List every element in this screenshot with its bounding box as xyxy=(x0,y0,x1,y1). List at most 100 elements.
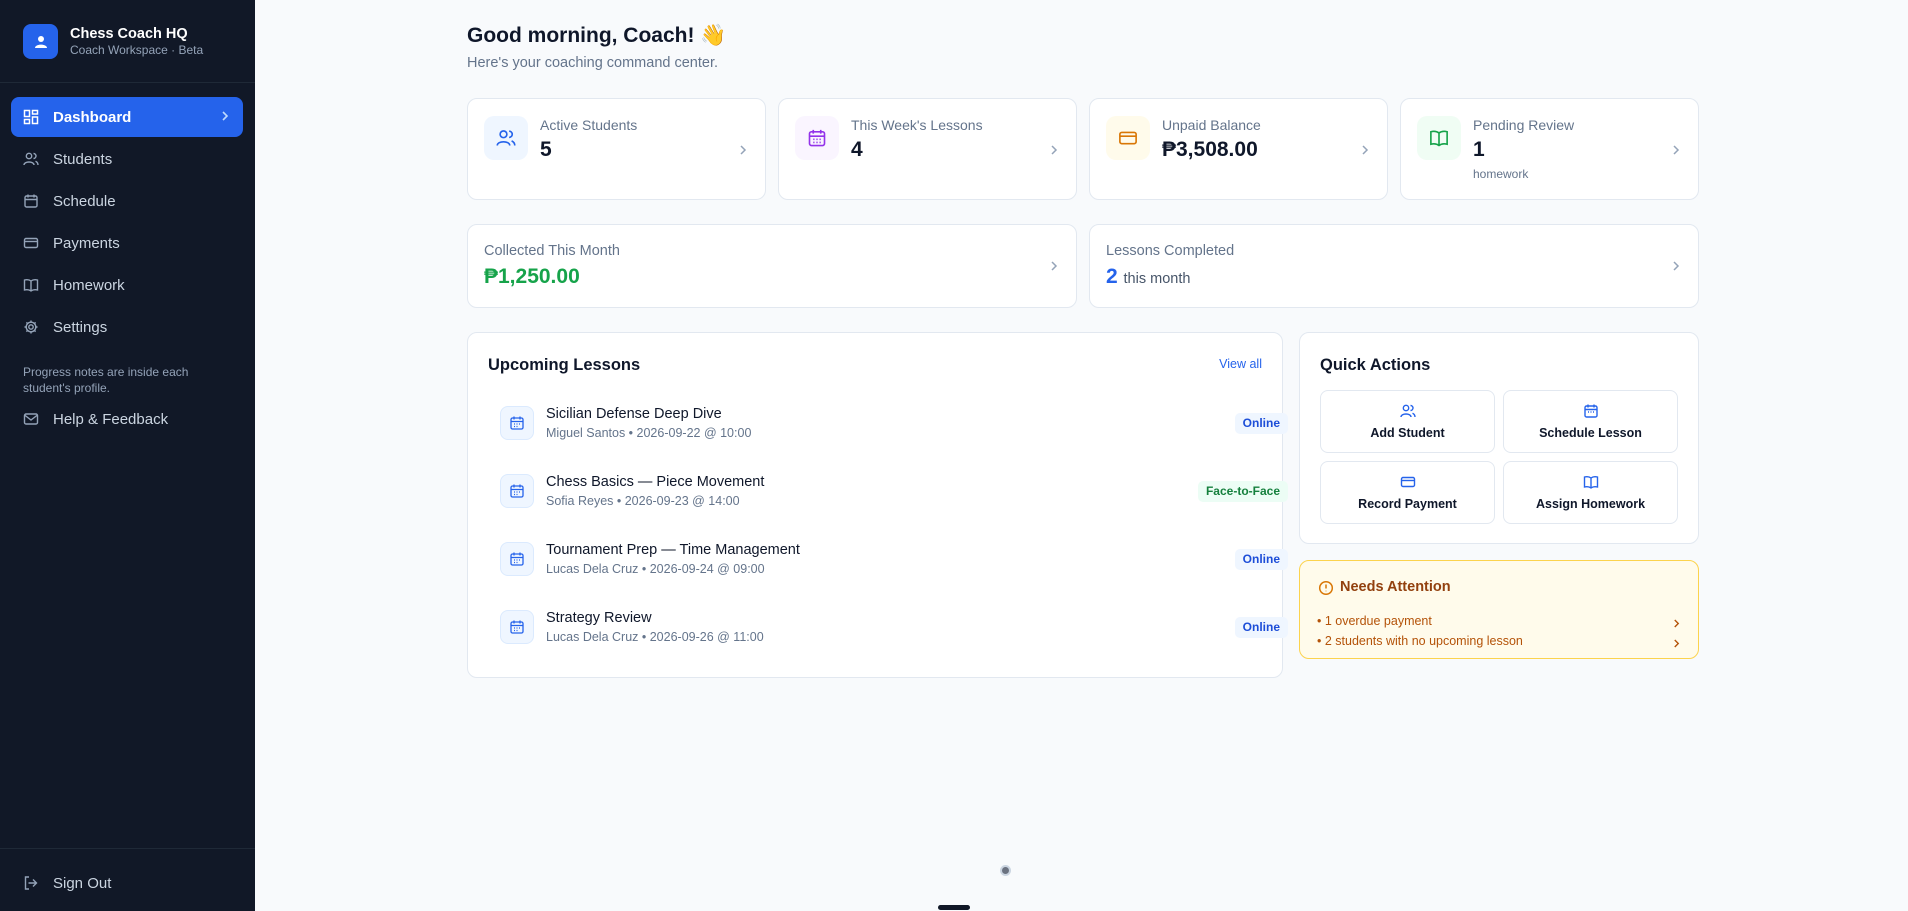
lesson-title: Chess Basics — Piece Movement xyxy=(546,474,765,490)
stat-card-weekly-lessons[interactable]: This Week's Lessons 4 xyxy=(778,98,1077,200)
lesson-meta: Lucas Dela Cruz • 2026-09-24 @ 09:00 xyxy=(546,562,765,576)
add-student-button[interactable]: Add Student xyxy=(1320,390,1495,453)
stat-label: Unpaid Balance xyxy=(1162,117,1261,133)
status-badge: Online xyxy=(1234,413,1288,434)
sidebar-item-label: Dashboard xyxy=(53,108,132,126)
status-badge: Online xyxy=(1234,617,1288,638)
lesson-title: Strategy Review xyxy=(546,610,652,626)
stat-label: This Week's Lessons xyxy=(851,117,983,133)
chevron-right-icon xyxy=(1361,143,1369,161)
lessons-completed-card[interactable]: Lessons Completed 2 this month xyxy=(1089,224,1699,308)
mail-icon xyxy=(23,411,39,427)
lesson-item[interactable]: Chess Basics — Piece Movement Sofia Reye… xyxy=(498,467,1288,515)
credit-card-icon xyxy=(1106,116,1150,160)
stat-card-pending-review[interactable]: Pending Review 1 homework xyxy=(1400,98,1699,200)
users-icon xyxy=(23,151,39,167)
calendar-icon xyxy=(500,610,534,644)
stat-card-unpaid-balance[interactable]: Unpaid Balance ₱3,508.00 xyxy=(1089,98,1388,200)
alert-circle-icon xyxy=(1318,580,1334,601)
book-icon xyxy=(1417,116,1461,160)
chevron-right-icon xyxy=(221,109,229,126)
view-all-link[interactable]: View all xyxy=(1219,357,1262,371)
button-label: Assign Homework xyxy=(1535,497,1646,511)
divider xyxy=(0,848,255,849)
status-badge: Online xyxy=(1234,549,1288,570)
page-title: Good morning, Coach! 👋 xyxy=(467,24,727,47)
record-payment-button[interactable]: Record Payment xyxy=(1320,461,1495,524)
schedule-lesson-button[interactable]: Schedule Lesson xyxy=(1503,390,1678,453)
button-label: Record Payment xyxy=(1358,497,1457,511)
sign-out-button[interactable]: Sign Out xyxy=(11,863,243,903)
calendar-icon xyxy=(500,542,534,576)
help-feedback-label: Help & Feedback xyxy=(53,410,169,428)
lesson-item[interactable]: Strategy Review Lucas Dela Cruz • 2026-0… xyxy=(498,603,1288,651)
sidebar-item-schedule[interactable]: Schedule xyxy=(11,181,243,221)
sidebar-note: Progress notes are inside each student's… xyxy=(23,365,189,395)
button-label: Schedule Lesson xyxy=(1539,426,1642,440)
chevron-right-icon xyxy=(1050,143,1058,161)
assign-homework-button[interactable]: Assign Homework xyxy=(1503,461,1678,524)
calendar-icon xyxy=(500,474,534,508)
quick-actions-title: Quick Actions xyxy=(1320,356,1431,374)
gear-icon xyxy=(23,319,39,335)
lesson-meta: Lucas Dela Cruz • 2026-09-26 @ 11:00 xyxy=(546,630,764,644)
completed-value: 2 xyxy=(1106,265,1118,288)
sidebar-item-students[interactable]: Students xyxy=(11,139,243,179)
credit-card-icon xyxy=(1321,474,1494,490)
sidebar-item-label: Students xyxy=(53,150,113,168)
collected-this-month-card[interactable]: Collected This Month ₱1,250.00 xyxy=(467,224,1077,308)
stat-card-active-students[interactable]: Active Students 5 xyxy=(467,98,766,200)
completed-suffix: this month xyxy=(1123,271,1191,287)
help-feedback-section: Help & Feedback xyxy=(11,399,243,441)
logout-icon xyxy=(23,875,39,891)
chevron-right-icon xyxy=(1672,143,1680,161)
upcoming-lessons-panel: Upcoming Lessons View all Sicilian Defen… xyxy=(467,332,1288,678)
lesson-meta: Sofia Reyes • 2026-09-23 @ 14:00 xyxy=(546,494,740,508)
stat-value: 1 xyxy=(1473,138,1485,161)
needs-attention-panel: Needs Attention • 1 overdue payment • 2 … xyxy=(1299,560,1699,659)
sidebar-item-label: Payments xyxy=(53,234,120,252)
chevron-right-icon xyxy=(1673,636,1680,654)
quick-actions-panel: Quick Actions Add Student Schedule Lesso… xyxy=(1299,332,1699,544)
page-subtitle: Here's your coaching command center. xyxy=(467,55,719,71)
sidebar-item-payments[interactable]: Payments xyxy=(11,223,243,263)
stat-value: 4 xyxy=(851,138,863,161)
help-feedback-link[interactable]: Help & Feedback xyxy=(11,399,243,439)
stat-sub: homework xyxy=(1473,167,1529,181)
lesson-meta: Miguel Santos • 2026-09-22 @ 10:00 xyxy=(546,426,752,440)
sign-out-label: Sign Out xyxy=(53,874,112,892)
chevron-right-icon xyxy=(1673,616,1680,634)
lesson-title: Sicilian Defense Deep Dive xyxy=(546,406,722,422)
completed-value-row: 2 this month xyxy=(1106,265,1190,289)
brand[interactable]: Chess Coach HQ Coach Workspace · Beta xyxy=(23,24,203,59)
lesson-item[interactable]: Tournament Prep — Time Management Lucas … xyxy=(498,535,1288,583)
chevron-right-icon xyxy=(1672,259,1680,277)
completed-label: Lessons Completed xyxy=(1106,243,1235,259)
sidebar-item-homework[interactable]: Homework xyxy=(11,265,243,305)
sidebar-item-label: Settings xyxy=(53,318,108,336)
sidebar-item-label: Schedule xyxy=(53,192,116,210)
sidebar-item-dashboard[interactable]: Dashboard xyxy=(11,97,243,137)
floating-indicator[interactable] xyxy=(1000,865,1011,876)
dashboard-icon xyxy=(23,109,39,125)
credit-card-icon xyxy=(23,235,39,251)
needs-attention-title: Needs Attention xyxy=(1340,579,1451,595)
attention-item-no-lesson[interactable]: • 2 students with no upcoming lesson xyxy=(1317,634,1523,648)
users-icon xyxy=(1321,403,1494,419)
calendar-icon xyxy=(1504,403,1677,419)
chevron-right-icon xyxy=(739,143,747,161)
sidebar-item-settings[interactable]: Settings xyxy=(11,307,243,347)
users-icon xyxy=(484,116,528,160)
stat-label: Active Students xyxy=(540,117,638,133)
brand-subtitle: Coach Workspace · Beta xyxy=(70,43,204,57)
button-label: Add Student xyxy=(1370,426,1445,440)
status-badge: Face-to-Face xyxy=(1197,481,1288,502)
bottom-handle[interactable] xyxy=(938,905,970,910)
stat-value: ₱3,508.00 xyxy=(1162,138,1258,161)
attention-item-overdue[interactable]: • 1 overdue payment xyxy=(1317,614,1432,628)
lesson-item[interactable]: Sicilian Defense Deep Dive Miguel Santos… xyxy=(498,399,1288,447)
stat-label: Pending Review xyxy=(1473,117,1575,133)
upcoming-lessons-title: Upcoming Lessons xyxy=(488,356,641,374)
brand-title: Chess Coach HQ xyxy=(70,26,188,42)
book-icon xyxy=(1504,474,1677,490)
